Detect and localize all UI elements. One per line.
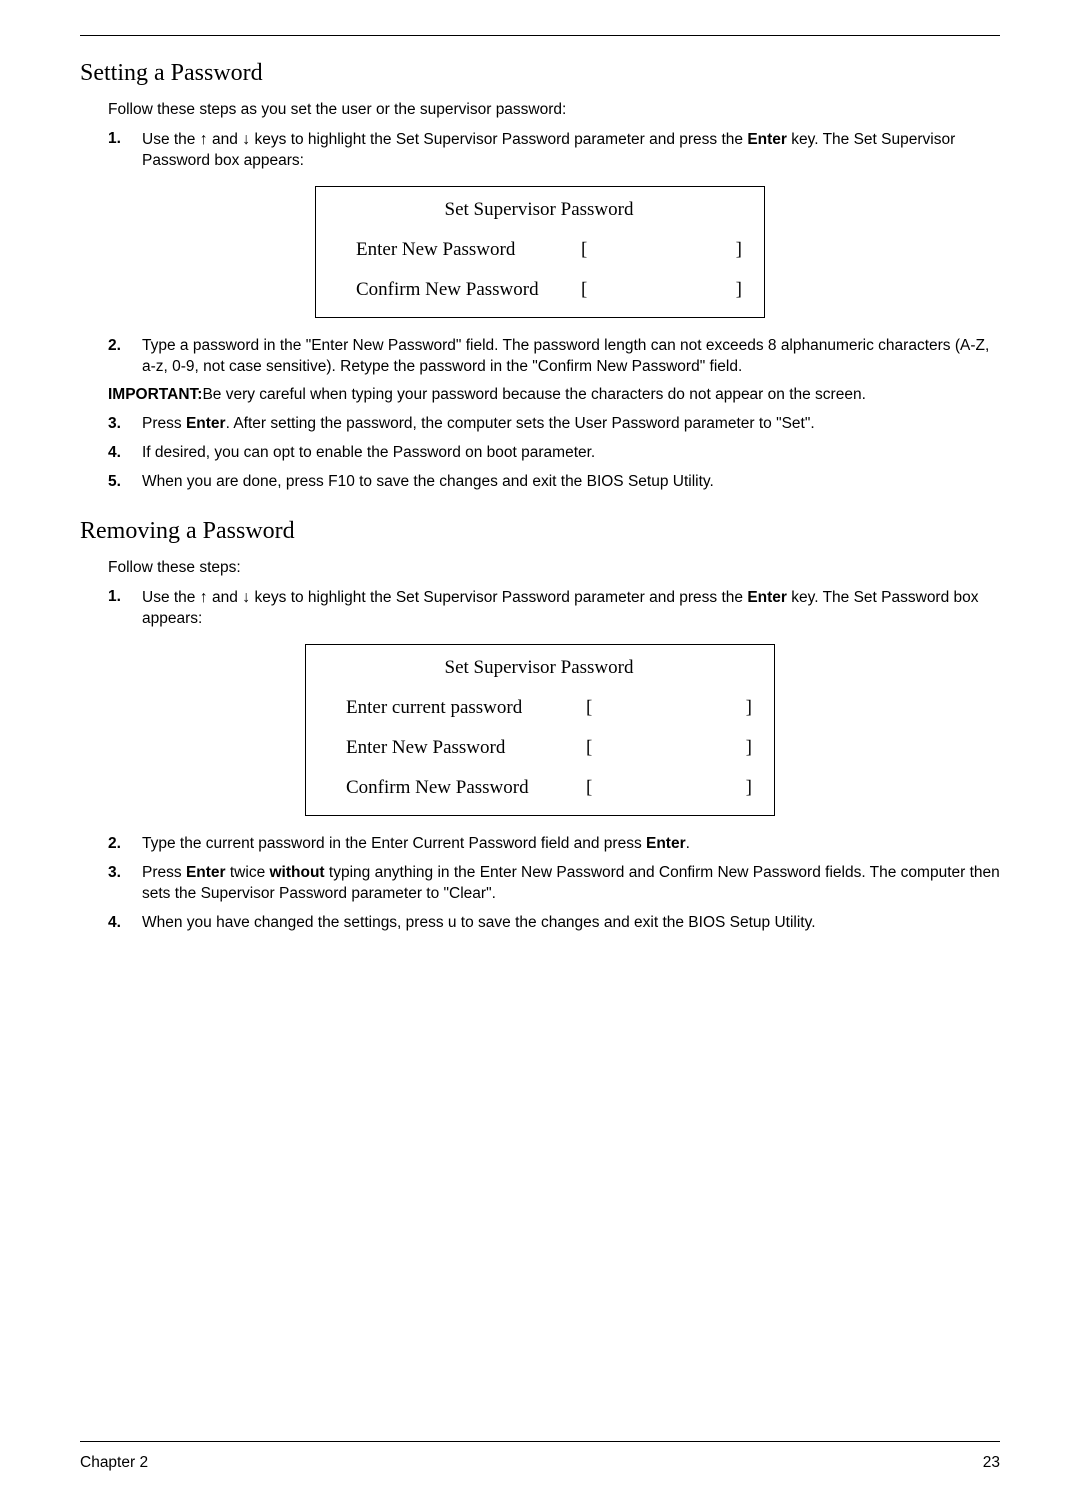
step-body: Press Enter twice without typing anythin… bbox=[142, 863, 1000, 905]
bracket-open-icon: [ bbox=[586, 697, 606, 719]
dialog-title: Set Supervisor Password bbox=[326, 657, 752, 679]
step-body: Use the ↑ and ↓ keys to highlight the Se… bbox=[142, 129, 1000, 172]
set-supervisor-password-dialog-2: Set Supervisor Password Enter current pa… bbox=[305, 644, 775, 816]
dialog-row-confirm-new: Confirm New Password [ ] bbox=[346, 777, 752, 799]
bottom-rule bbox=[80, 1441, 1000, 1442]
footer-page-number: 23 bbox=[983, 1454, 1000, 1472]
s1-step-2: 2. Type a password in the "Enter New Pas… bbox=[108, 336, 1000, 378]
top-rule bbox=[80, 35, 1000, 36]
dialog-label: Enter New Password bbox=[346, 737, 586, 759]
step-body: When you have changed the settings, pres… bbox=[142, 913, 1000, 934]
enter-key: Enter bbox=[646, 835, 686, 852]
footer-chapter: Chapter 2 bbox=[80, 1454, 148, 1472]
step-body: Type the current password in the Enter C… bbox=[142, 834, 1000, 855]
step-body: If desired, you can opt to enable the Pa… bbox=[142, 443, 1000, 464]
intro-setting: Follow these steps as you set the user o… bbox=[108, 101, 1000, 119]
s1-step-5: 5. When you are done, press F10 to save … bbox=[108, 472, 1000, 493]
dialog-row-enter-new: Enter New Password [ ] bbox=[346, 737, 752, 759]
step-number: 4. bbox=[108, 913, 138, 934]
dialog-label: Confirm New Password bbox=[356, 279, 581, 301]
intro-removing: Follow these steps: bbox=[108, 559, 1000, 577]
dialog-label: Enter current password bbox=[346, 697, 586, 719]
s1-step-4: 4. If desired, you can opt to enable the… bbox=[108, 443, 1000, 464]
dialog-row-current: Enter current password [ ] bbox=[346, 697, 752, 719]
dialog-row-confirm-new: Confirm New Password [ ] bbox=[356, 279, 742, 301]
s2-step-1: 1. Use the ↑ and ↓ keys to highlight the… bbox=[108, 587, 1000, 630]
bracket-open-icon: [ bbox=[581, 239, 601, 261]
heading-setting-password: Setting a Password bbox=[80, 60, 1000, 87]
important-note: IMPORTANT:Be very careful when typing yo… bbox=[108, 386, 1000, 404]
step-number: 1. bbox=[108, 129, 138, 172]
s2-step-2: 2. Type the current password in the Ente… bbox=[108, 834, 1000, 855]
step-number: 3. bbox=[108, 414, 138, 435]
s2-step-3: 3. Press Enter twice without typing anyt… bbox=[108, 863, 1000, 905]
page-footer: Chapter 2 23 bbox=[80, 1421, 1000, 1472]
enter-key: Enter bbox=[186, 864, 226, 881]
bracket-close-icon: ] bbox=[730, 279, 742, 301]
step-body: When you are done, press F10 to save the… bbox=[142, 472, 1000, 493]
dialog-label: Confirm New Password bbox=[346, 777, 586, 799]
enter-key: Enter bbox=[186, 415, 226, 432]
dialog-title: Set Supervisor Password bbox=[336, 199, 742, 221]
bracket-open-icon: [ bbox=[581, 279, 601, 301]
heading-removing-password: Removing a Password bbox=[80, 518, 1000, 545]
bracket-open-icon: [ bbox=[586, 777, 606, 799]
s2-step-4: 4. When you have changed the settings, p… bbox=[108, 913, 1000, 934]
set-supervisor-password-dialog-1: Set Supervisor Password Enter New Passwo… bbox=[315, 186, 765, 318]
without-bold: without bbox=[270, 864, 325, 881]
step-number: 4. bbox=[108, 443, 138, 464]
bracket-close-icon: ] bbox=[730, 239, 742, 261]
bracket-close-icon: ] bbox=[740, 697, 752, 719]
bracket-open-icon: [ bbox=[586, 737, 606, 759]
enter-key: Enter bbox=[747, 131, 787, 148]
up-arrow-icon: ↑ bbox=[200, 131, 208, 148]
step-number: 1. bbox=[108, 587, 138, 630]
step-body: Type a password in the "Enter New Passwo… bbox=[142, 336, 1000, 378]
step-number: 2. bbox=[108, 336, 138, 378]
step-number: 3. bbox=[108, 863, 138, 905]
s1-step-1: 1. Use the ↑ and ↓ keys to highlight the… bbox=[108, 129, 1000, 172]
step-number: 2. bbox=[108, 834, 138, 855]
step-number: 5. bbox=[108, 472, 138, 493]
bracket-close-icon: ] bbox=[740, 777, 752, 799]
bracket-close-icon: ] bbox=[740, 737, 752, 759]
up-arrow-icon: ↑ bbox=[200, 589, 208, 606]
step-body: Use the ↑ and ↓ keys to highlight the Se… bbox=[142, 587, 1000, 630]
dialog-label: Enter New Password bbox=[356, 239, 581, 261]
enter-key: Enter bbox=[747, 589, 787, 606]
dialog-row-enter-new: Enter New Password [ ] bbox=[356, 239, 742, 261]
s1-step-3: 3. Press Enter. After setting the passwo… bbox=[108, 414, 1000, 435]
important-label: IMPORTANT: bbox=[108, 386, 202, 403]
step-body: Press Enter. After setting the password,… bbox=[142, 414, 1000, 435]
